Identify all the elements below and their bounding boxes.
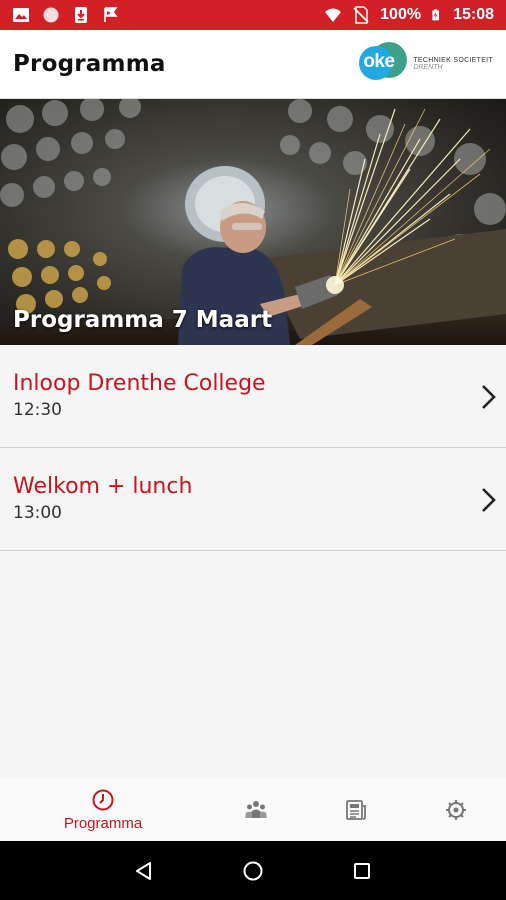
chevron-right-icon: [482, 488, 496, 512]
notification-icons: [12, 6, 120, 24]
program-item-title: Inloop Drenthe College: [13, 371, 266, 396]
logo-line2: DRENTH: [413, 64, 443, 71]
oke-logo-mark: oke: [359, 42, 409, 86]
logo-text: TECHNIEK SOCIETEIT DRENTH: [413, 57, 493, 71]
battery-percent: 100%: [380, 6, 422, 23]
image-notification-icon: [13, 8, 29, 22]
hero-banner[interactable]: Programma 7 Maart: [0, 99, 506, 345]
home-icon[interactable]: [242, 860, 264, 882]
people-icon: [245, 800, 267, 818]
program-item-time: 13:00: [13, 503, 62, 523]
program-item-time: 12:30: [13, 400, 62, 420]
clock-time: 15:08: [453, 6, 494, 23]
newspaper-icon: [346, 799, 366, 820]
app-screen: 100% 15:08 Programma oke TECHNIEK SOCIET…: [0, 0, 506, 900]
download-notification-icon: [75, 7, 87, 23]
nav-item-settings[interactable]: [406, 778, 506, 841]
no-sim-icon: [353, 6, 369, 24]
program-list: Inloop Drenthe College 12:30 Welkom + lu…: [0, 345, 506, 551]
hero-title: Programma 7 Maart: [13, 307, 273, 333]
back-icon[interactable]: [133, 860, 155, 882]
nav-label-programma: Programma: [63, 814, 143, 832]
program-item[interactable]: Inloop Drenthe College 12:30: [0, 345, 506, 448]
app-bar: Programma oke TECHNIEK SOCIETEIT DRENTH: [0, 30, 506, 99]
system-status: 100% 15:08: [324, 6, 494, 24]
nav-item-people[interactable]: [206, 778, 306, 841]
bottom-navigation: Programma: [0, 778, 506, 841]
page-title: Programma: [13, 51, 166, 77]
recents-icon[interactable]: [351, 860, 373, 882]
program-item[interactable]: Welkom + lunch 13:00: [0, 448, 506, 551]
record-notification-icon: [43, 7, 59, 23]
program-item-title: Welkom + lunch: [13, 474, 193, 499]
battery-charging-icon: [432, 9, 440, 21]
chevron-right-icon: [482, 385, 496, 409]
nav-item-news[interactable]: [306, 778, 406, 841]
wifi-icon: [325, 8, 342, 22]
flag-notification-icon: [104, 7, 118, 22]
logo-line1: TECHNIEK SOCIETEIT: [413, 57, 493, 64]
system-navigation-bar: [0, 841, 506, 900]
status-bar: 100% 15:08: [0, 0, 506, 30]
nav-item-programma[interactable]: Programma: [0, 778, 206, 841]
oke-logo: oke TECHNIEK SOCIETEIT DRENTH: [359, 42, 493, 86]
clock-icon: [92, 789, 114, 810]
logo-word: oke: [363, 51, 395, 72]
settings-icon: [446, 799, 466, 820]
